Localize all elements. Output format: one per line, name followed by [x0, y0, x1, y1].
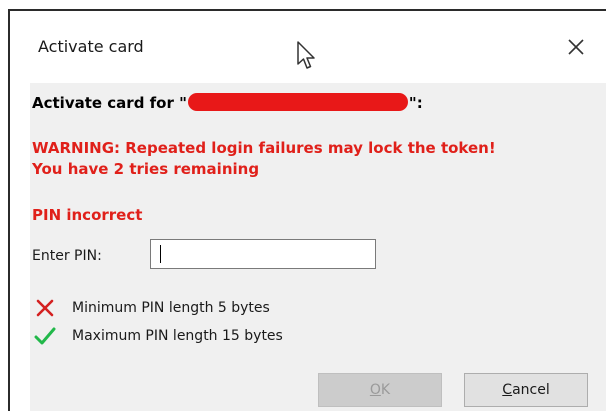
tries-remaining-message: You have 2 tries remaining [32, 160, 260, 178]
title-bar[interactable]: Activate card [10, 11, 606, 81]
cancel-button[interactable]: Cancel [464, 373, 588, 407]
close-button[interactable] [558, 29, 594, 65]
text-caret [160, 245, 161, 263]
rule-text: Minimum PIN length 5 bytes [72, 300, 270, 316]
rule-text: Maximum PIN length 15 bytes [72, 328, 283, 344]
screen: Activate card Activate card for " ": WARN… [0, 0, 606, 411]
cancel-accelerator: C [502, 382, 513, 398]
window-title: Activate card [38, 37, 144, 56]
pin-input[interactable] [150, 239, 376, 269]
ok-button[interactable]: OK [318, 373, 442, 407]
mouse-cursor-icon [296, 41, 320, 75]
close-icon [568, 39, 584, 55]
redaction-mark [187, 93, 408, 111]
heading-suffix: ": [408, 94, 423, 112]
pin-incorrect-error: PIN incorrect [32, 206, 143, 224]
warning-lock-message: WARNING: Repeated login failures may loc… [32, 139, 496, 157]
rule-max-length: Maximum PIN length 15 bytes [34, 325, 283, 347]
red-x-icon [34, 297, 62, 319]
ok-label-rest: K [380, 382, 391, 398]
activate-card-dialog: Activate card Activate card for " ": WARN… [10, 11, 606, 411]
pin-label: Enter PIN: [32, 248, 102, 264]
green-check-icon [34, 325, 62, 347]
rule-min-length: Minimum PIN length 5 bytes [34, 297, 270, 319]
heading-prefix: Activate card for " [32, 94, 187, 112]
ok-accelerator: O [369, 382, 381, 398]
cancel-label-rest: ancel [512, 382, 550, 398]
dialog-body: Activate card for " ": WARNING: Repeated … [30, 83, 606, 411]
activate-card-heading: Activate card for " ": [32, 93, 423, 112]
